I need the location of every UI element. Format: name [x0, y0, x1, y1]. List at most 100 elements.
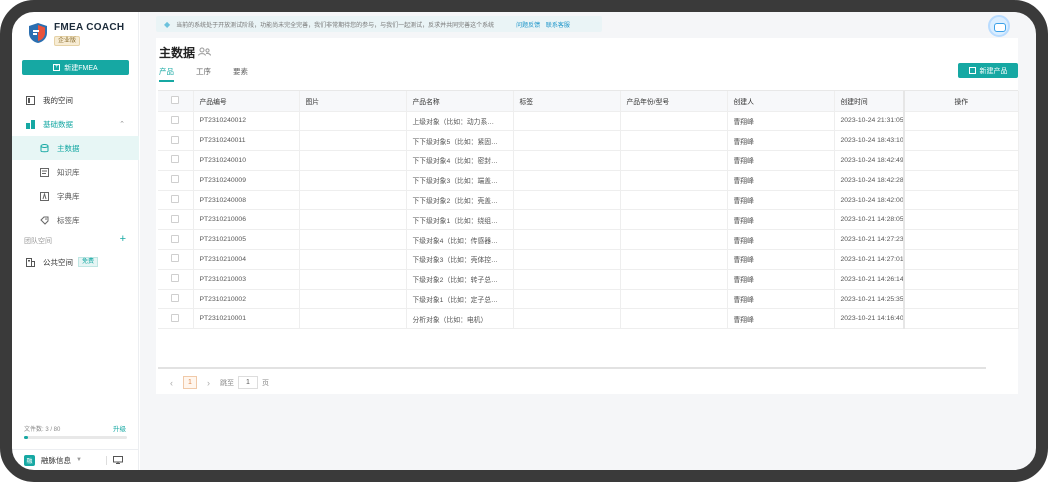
- chevron-up-icon[interactable]: ⌃: [119, 120, 125, 128]
- cell-name: 下级对象1（比如：定子总…: [406, 289, 514, 310]
- cell-name: 下级对象4（比如：传感器…: [406, 229, 514, 251]
- cell-actions[interactable]: [903, 170, 1019, 191]
- sidebar: FMEA COACH 企业版 + 新建FMEA 我的空间 基础数据 ⌃ 主数据 …: [12, 12, 139, 470]
- row-checkbox[interactable]: [158, 229, 194, 251]
- select-all-checkbox[interactable]: [158, 91, 194, 112]
- cell-tag: [513, 308, 621, 330]
- cell-actions[interactable]: [903, 229, 1019, 251]
- table-row[interactable]: PT2310240010 下下级对象4（比如：密封… 曹翔峰 2023-10-24 1…: [158, 150, 1019, 171]
- goto-page-input[interactable]: 1: [238, 376, 258, 389]
- cell-actions[interactable]: [903, 209, 1019, 231]
- row-checkbox[interactable]: [158, 111, 194, 132]
- cell-actions[interactable]: [903, 150, 1019, 171]
- feedback-link[interactable]: 问题反馈: [516, 23, 540, 29]
- sidebar-item-base-data[interactable]: 基础数据 ⌃: [12, 112, 139, 136]
- row-checkbox[interactable]: [158, 209, 194, 231]
- sidebar-item-master-data[interactable]: 主数据: [12, 136, 139, 160]
- table-row[interactable]: PT2310240011 下下级对象5（比如：紧固… 曹翔峰 2023-10-24 1…: [158, 130, 1019, 152]
- cell-actions[interactable]: [903, 308, 1019, 330]
- logo[interactable]: FMEA COACH 企业版: [28, 22, 124, 46]
- tab-process[interactable]: 工序: [196, 66, 211, 82]
- cell-actions[interactable]: [903, 190, 1019, 211]
- cell-model: [620, 269, 728, 290]
- cell-creator: 曹翔峰: [727, 130, 835, 152]
- column-header[interactable]: 产品名称: [406, 91, 514, 112]
- user-name: 融脉信息: [41, 455, 71, 465]
- row-checkbox[interactable]: [158, 170, 194, 191]
- chatbot-icon[interactable]: [988, 15, 1010, 37]
- row-checkbox[interactable]: [158, 190, 194, 211]
- new-fmea-button[interactable]: + 新建FMEA: [22, 60, 129, 75]
- row-checkbox[interactable]: [158, 130, 194, 152]
- column-header[interactable]: 图片: [299, 91, 407, 112]
- cell-creator: 曹翔峰: [727, 190, 835, 211]
- sidebar-item-dictionary[interactable]: 字典库: [12, 184, 139, 208]
- column-header: 操作: [903, 91, 1019, 112]
- row-checkbox[interactable]: [158, 150, 194, 171]
- cell-actions[interactable]: [903, 289, 1019, 310]
- row-checkbox[interactable]: [158, 269, 194, 290]
- table-row[interactable]: PT2310240009 下下级对象3（比如：端盖… 曹翔峰 2023-10-24 1…: [158, 170, 1019, 191]
- table-row[interactable]: PT2310210006 下下级对象1（比如：绕组… 曹翔峰 2023-10-21 1…: [158, 209, 1019, 231]
- sidebar-item-label: 字典库: [57, 191, 80, 201]
- contact-link[interactable]: 联系客服: [546, 23, 570, 29]
- column-header[interactable]: 创建时间: [834, 91, 905, 112]
- tab-element[interactable]: 要素: [233, 66, 248, 82]
- row-checkbox[interactable]: [158, 249, 194, 270]
- horizontal-scrollbar[interactable]: [158, 367, 986, 369]
- cell-created: 2023-10-24 21:31:05: [834, 111, 905, 132]
- column-header[interactable]: 产品年份/型号: [620, 91, 728, 112]
- cell-image: [299, 229, 407, 251]
- row-checkbox[interactable]: [158, 308, 194, 330]
- sidebar-item-public-space[interactable]: 公共空间 免费: [12, 250, 139, 274]
- cell-actions[interactable]: [903, 269, 1019, 290]
- sidebar-item-tag-library[interactable]: 标签库: [12, 208, 139, 232]
- add-product-button[interactable]: 新建产品: [958, 63, 1018, 78]
- main-content: ◆ 当前的系统处于开放测试阶段，功能尚未完全完善，我们非常期待您的参与，与我们一…: [140, 12, 1036, 470]
- base-data-icon: [26, 119, 35, 129]
- cell-model: [620, 111, 728, 132]
- cell-actions[interactable]: [903, 249, 1019, 270]
- table-row[interactable]: PT2310210002 下级对象1（比如：定子总… 曹翔峰 2023-10-21 1…: [158, 289, 1019, 310]
- column-header[interactable]: 创建人: [727, 91, 835, 112]
- upgrade-link[interactable]: 升级: [113, 423, 126, 433]
- add-team-icon[interactable]: +: [120, 233, 126, 245]
- edition-badge: 企业版: [54, 36, 81, 46]
- cell-tag: [513, 289, 621, 310]
- row-checkbox[interactable]: [158, 289, 194, 310]
- cell-name: 下级对象2（比如：转子总…: [406, 269, 514, 290]
- cell-created: 2023-10-24 18:42:00: [834, 190, 905, 211]
- chevron-left-icon[interactable]: ‹: [170, 378, 173, 388]
- cell-creator: 曹翔峰: [727, 308, 835, 330]
- tab-product[interactable]: 产品: [159, 66, 174, 82]
- cell-tag: [513, 249, 621, 270]
- users-icon[interactable]: [198, 47, 211, 56]
- table-row[interactable]: PT2310240008 下下级对象2（比如：壳盖… 曹翔峰 2023-10-24 1…: [158, 190, 1019, 211]
- user-menu[interactable]: 融 融脉信息 ▼: [12, 449, 139, 470]
- table-row[interactable]: PT2310210005 下级对象4（比如：传感器… 曹翔峰 2023-10-21 1…: [158, 229, 1019, 251]
- table-body: PT2310240012 上级对象（比如：动力系… 曹翔峰 2023-10-24 21…: [158, 111, 1019, 330]
- chevron-right-icon[interactable]: ›: [207, 378, 210, 388]
- sidebar-item-my-space[interactable]: 我的空间: [12, 88, 139, 112]
- public-space-item[interactable]: 公共空间 免费: [12, 250, 139, 274]
- cell-image: [299, 289, 407, 310]
- sidebar-item-knowledge-base[interactable]: 知识库: [12, 160, 139, 184]
- monitor-icon[interactable]: [112, 456, 123, 464]
- column-header[interactable]: 产品编号: [193, 91, 300, 112]
- cell-name: 分析对象（比如：电机）: [406, 308, 514, 330]
- cell-name: 下下级对象2（比如：壳盖…: [406, 190, 514, 211]
- column-header[interactable]: 标签: [513, 91, 621, 112]
- table-row[interactable]: PT2310210004 下级对象3（比如：壳体控… 曹翔峰 2023-10-21 1…: [158, 249, 1019, 270]
- cell-creator: 曹翔峰: [727, 170, 835, 191]
- cell-actions[interactable]: [903, 111, 1019, 132]
- new-fmea-label: 新建FMEA: [64, 64, 98, 72]
- table-row[interactable]: PT2310240012 上级对象（比如：动力系… 曹翔峰 2023-10-24 21…: [158, 111, 1019, 132]
- cell-actions[interactable]: [903, 130, 1019, 152]
- add-product-label: 新建产品: [979, 67, 1008, 75]
- cell-model: [620, 150, 728, 171]
- table-row[interactable]: PT2310210003 下级对象2（比如：转子总… 曹翔峰 2023-10-21 1…: [158, 269, 1019, 290]
- cell-code: PT2310210005: [193, 229, 300, 251]
- page-number[interactable]: 1: [183, 376, 197, 389]
- table-row[interactable]: PT2310210001 分析对象（比如：电机） 曹翔峰 2023-10-21 14:…: [158, 308, 1019, 330]
- brand-name: FMEA COACH: [54, 22, 125, 33]
